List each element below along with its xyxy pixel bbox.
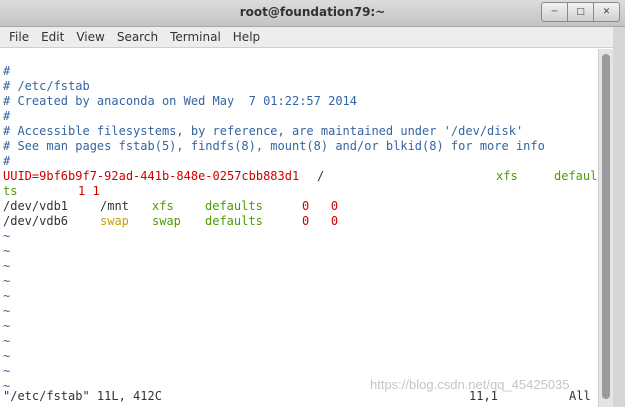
empty-line-tilde: ~ xyxy=(3,229,11,243)
mount-field: swap xyxy=(100,214,129,228)
mount-field: / xyxy=(317,169,325,183)
watermark: https://blog.csdn.net/qq_45425035 xyxy=(370,377,570,392)
device-field: UUID=9bf6b9f7-92ad-441b-848e-0257cbb883d… xyxy=(3,169,300,183)
menu-help[interactable]: Help xyxy=(227,28,266,47)
scroll-indicator: All xyxy=(569,389,591,403)
window-right-edge xyxy=(613,27,625,407)
dump-pass-field: 0 0 xyxy=(302,199,339,213)
file-info: "/etc/fstab" 11L, 412C xyxy=(3,389,162,403)
device-field: /dev/vdb1 xyxy=(3,199,69,213)
comment-line: # /etc/fstab xyxy=(3,79,90,93)
window-controls: ─ □ ✕ xyxy=(541,2,620,22)
fs-field: swap xyxy=(152,214,181,228)
scrollbar-thumb[interactable] xyxy=(602,54,610,399)
comment-line: # Accessible filesystems, by reference, … xyxy=(3,124,524,138)
device-field: /dev/vdb6 xyxy=(3,214,69,228)
empty-line-tilde: ~ xyxy=(3,349,11,363)
empty-line-tilde: ~ xyxy=(3,289,11,303)
terminal-area[interactable]: # # /etc/fstab # Created by anaconda on … xyxy=(0,49,598,407)
fs-field: xfs xyxy=(152,199,174,213)
close-icon[interactable]: ✕ xyxy=(593,2,620,22)
comment-line: # Created by anaconda on Wed May 7 01:22… xyxy=(3,94,358,108)
menu-terminal[interactable]: Terminal xyxy=(164,28,227,47)
options-field-wrap: ts xyxy=(3,184,18,198)
options-field: defaults xyxy=(205,199,263,213)
dump-pass-field: 1 1 xyxy=(78,184,100,198)
menu-file[interactable]: File xyxy=(3,28,35,47)
minimize-icon[interactable]: ─ xyxy=(541,2,568,22)
comment-line: # xyxy=(3,154,11,168)
options-field: defaul xyxy=(554,169,598,183)
dump-pass-field: 0 0 xyxy=(302,214,339,228)
mount-field: /mnt xyxy=(100,199,129,213)
empty-line-tilde: ~ xyxy=(3,259,11,273)
window-title: root@foundation79:~ xyxy=(239,5,386,19)
empty-line-tilde: ~ xyxy=(3,274,11,288)
fs-field: xfs xyxy=(496,169,518,183)
comment-line: # xyxy=(3,64,11,78)
empty-line-tilde: ~ xyxy=(3,319,11,333)
empty-line-tilde: ~ xyxy=(3,304,11,318)
title-bar: root@foundation79:~ ─ □ ✕ xyxy=(0,0,625,27)
menu-edit[interactable]: Edit xyxy=(35,28,70,47)
empty-line-tilde: ~ xyxy=(3,244,11,258)
vertical-scrollbar[interactable] xyxy=(598,49,613,407)
options-field: defaults xyxy=(205,214,263,228)
comment-line: # See man pages fstab(5), findfs(8), mou… xyxy=(3,139,545,153)
empty-line-tilde: ~ xyxy=(3,334,11,348)
fstab-entry-uuid: UUID=9bf6b9f7-92ad-441b-848e-0257cbb883d… xyxy=(3,169,299,184)
maximize-icon[interactable]: □ xyxy=(567,2,594,22)
menu-search[interactable]: Search xyxy=(111,28,164,47)
menu-bar: File Edit View Search Terminal Help xyxy=(0,27,625,48)
empty-line-tilde: ~ xyxy=(3,364,11,378)
menu-view[interactable]: View xyxy=(70,28,110,47)
comment-line: # xyxy=(3,109,11,123)
